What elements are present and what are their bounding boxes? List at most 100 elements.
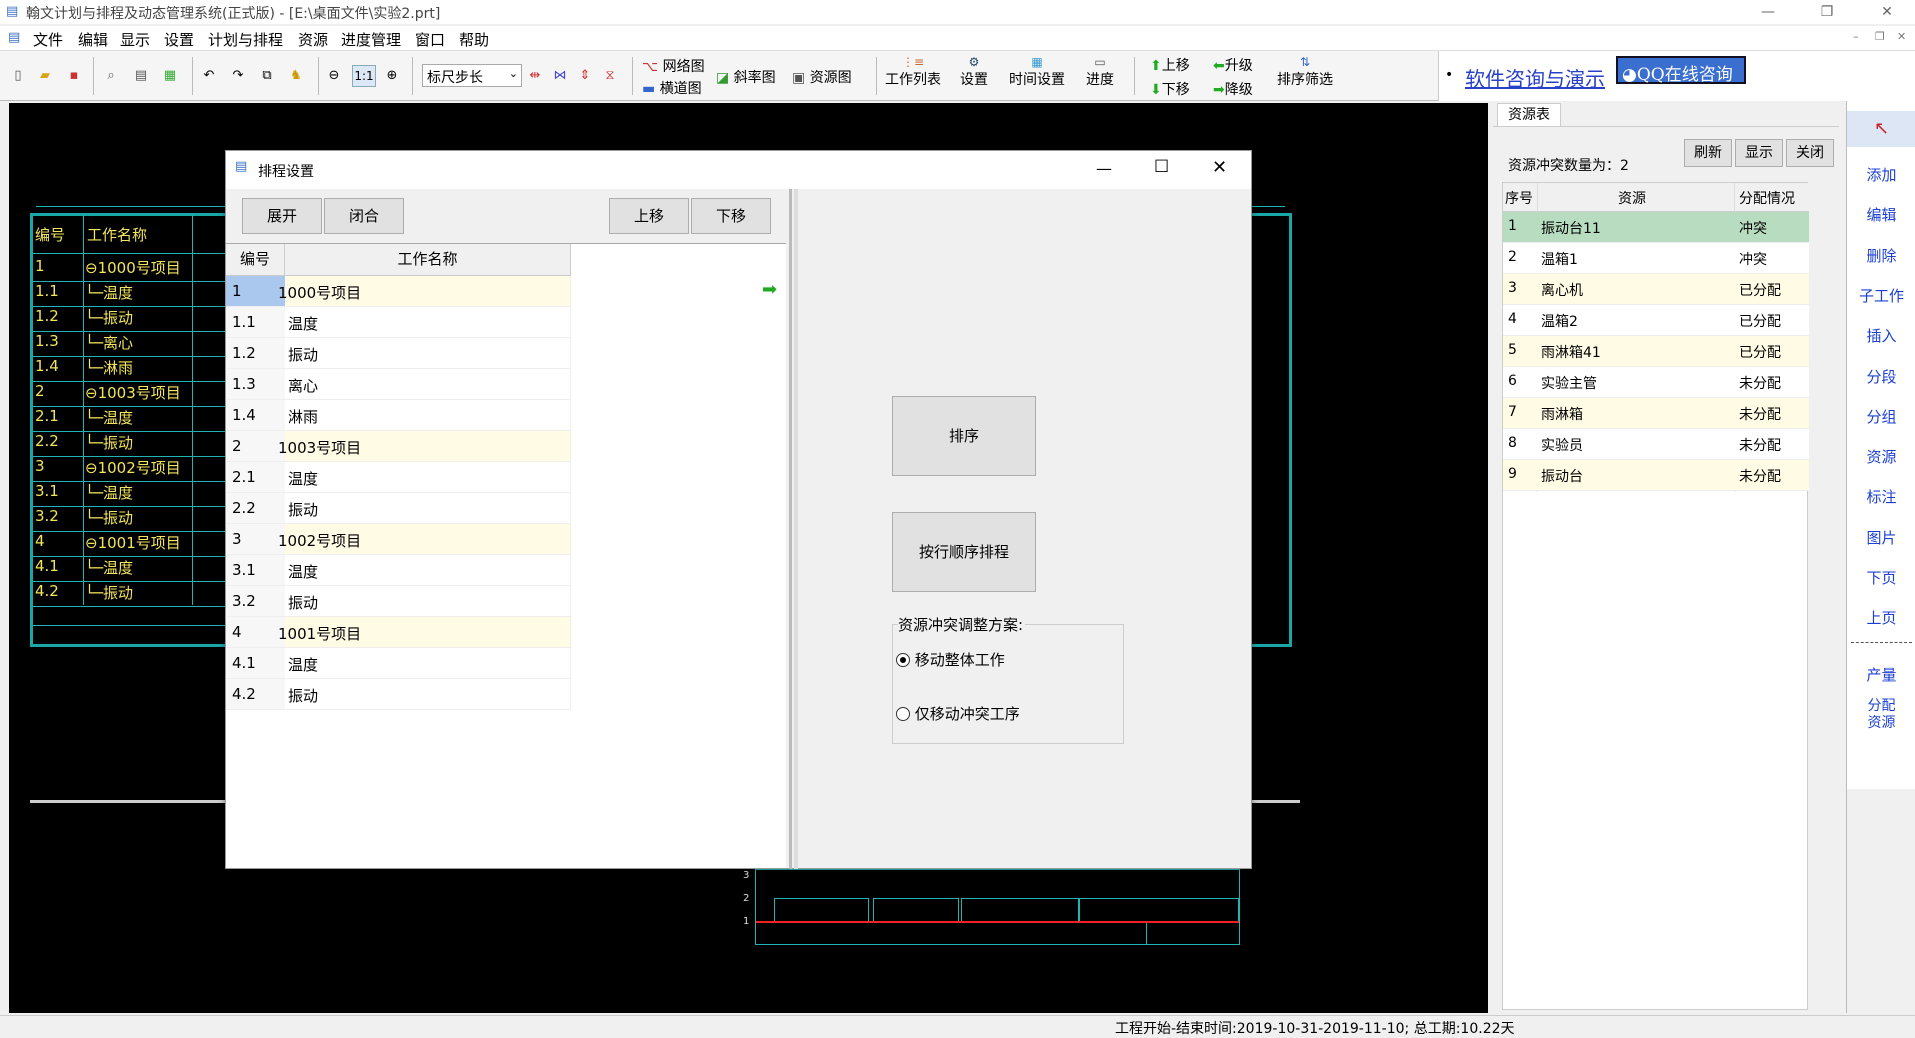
radio-checked[interactable] [896, 653, 910, 667]
gantt-chart-button[interactable]: ▬ 横道图 [642, 78, 702, 98]
refresh-button[interactable]: 刷新 [1684, 139, 1732, 167]
work-row[interactable]: 2 1003号项目 [226, 431, 571, 462]
work-row[interactable]: 3.2 振动 [226, 586, 571, 617]
progress-button[interactable]: ▭ 进度 [1082, 55, 1118, 89]
col-header-name[interactable]: 工作名称 [285, 244, 571, 276]
dialog-minimize-icon[interactable]: — [1096, 159, 1112, 178]
print-icon[interactable]: ▤ [133, 68, 149, 84]
expand-h-icon[interactable]: ⇹ [527, 68, 543, 84]
work-row[interactable]: 1.2 振动 [226, 338, 571, 369]
work-row[interactable]: 4.1 温度 [226, 648, 571, 679]
work-row[interactable]: 2.2 振动 [226, 493, 571, 524]
redo-icon[interactable]: ↷ [230, 68, 246, 84]
work-row[interactable]: 4 1001号项目 [226, 617, 571, 648]
sidebar-item[interactable]: 添加 [1847, 164, 1915, 185]
work-row[interactable]: 3 1002号项目 [226, 524, 571, 555]
move-up-button[interactable]: ⬆上移 [1150, 55, 1190, 75]
expand-v-icon[interactable]: ⇕ [577, 68, 593, 84]
zoom-out-icon[interactable]: ⊖ [326, 68, 342, 84]
export-icon[interactable]: ▦ [162, 68, 178, 84]
zoom-actual-button[interactable]: 1:1 [352, 65, 376, 87]
work-row[interactable]: 1.4 淋雨 [226, 400, 571, 431]
resource-row[interactable]: 6 实验主管 未分配 [1503, 367, 1809, 398]
option-move-conflict[interactable]: 仅移动冲突工序 [896, 703, 1020, 724]
show-button[interactable]: 显示 [1735, 139, 1783, 167]
copy-icon[interactable]: ⧉ [259, 68, 275, 84]
work-row[interactable]: 4.2 振动 [226, 679, 571, 710]
col-header-no[interactable]: 编号 [226, 244, 285, 276]
menu-edit[interactable]: 编辑 [78, 29, 108, 50]
work-row[interactable]: 1 1000号项目 [226, 276, 571, 307]
time-settings-button[interactable]: ▦ 时间设置 [1004, 55, 1070, 89]
sidebar-item[interactable]: 资源 [1847, 446, 1915, 467]
consult-link[interactable]: 软件咨询与演示 [1465, 63, 1605, 92]
menu-window[interactable]: 窗口 [415, 29, 445, 50]
collapse-button[interactable]: 闭合 [324, 198, 404, 234]
sort-button[interactable]: 排序 [892, 396, 1036, 476]
menu-plan[interactable]: 计划与排程 [208, 29, 283, 50]
work-row[interactable]: 2.1 温度 [226, 462, 571, 493]
resource-row[interactable]: 5 雨淋箱41 已分配 [1503, 336, 1809, 367]
restore-icon[interactable]: ❐ [1804, 0, 1850, 24]
radio-unchecked[interactable] [896, 707, 910, 721]
slope-chart-button[interactable]: ◪ 斜率图 [716, 67, 776, 87]
resource-row[interactable]: 3 离心机 已分配 [1503, 274, 1809, 305]
downgrade-button[interactable]: ➡降级 [1213, 79, 1253, 99]
close-panel-button[interactable]: 关闭 [1786, 139, 1834, 167]
upgrade-button[interactable]: ⬅升级 [1213, 55, 1253, 75]
work-row[interactable]: 3.1 温度 [226, 555, 571, 586]
shrink-v-icon[interactable]: ⧖ [602, 68, 618, 84]
sidebar-assign-resource[interactable]: 分配 资源 [1847, 698, 1915, 732]
resource-chart-button[interactable]: ▣ 资源图 [792, 67, 852, 87]
worklist-button[interactable]: ⋮≡ 工作列表 [880, 55, 946, 89]
sort-by-row-button[interactable]: 按行顺序排程 [892, 512, 1036, 592]
resource-row[interactable]: 9 振动台 未分配 [1503, 460, 1809, 491]
sidebar-item[interactable]: 分段 [1847, 366, 1915, 387]
network-chart-button[interactable]: ⌥ 网络图 [642, 56, 705, 76]
undo-icon[interactable]: ↶ [201, 68, 217, 84]
sidebar-item[interactable]: 标注 [1847, 486, 1915, 507]
expand-button[interactable]: 展开 [242, 198, 322, 234]
print-preview-icon[interactable]: ⌕ [103, 68, 119, 84]
open-folder-icon[interactable]: ▰ [37, 68, 53, 84]
resource-row[interactable]: 4 温箱2 已分配 [1503, 305, 1809, 336]
mdi-restore-icon[interactable]: ❐ [1875, 30, 1885, 43]
shrink-h-icon[interactable]: ⋈ [552, 68, 568, 84]
settings-button[interactable]: ⚙ 设置 [956, 55, 992, 89]
move-down-button[interactable]: ⬇下移 [1150, 79, 1190, 99]
minimize-icon[interactable]: — [1745, 0, 1791, 24]
menu-settings[interactable]: 设置 [164, 29, 194, 50]
dialog-close-icon[interactable]: ✕ [1212, 157, 1227, 178]
menu-file[interactable]: 文件 [33, 29, 63, 50]
sidebar-item[interactable]: 编辑 [1847, 204, 1915, 225]
sidebar-item[interactable]: 子工作 [1847, 285, 1915, 306]
save-icon[interactable]: ▪ [66, 68, 82, 84]
sidebar-item[interactable]: 图片 [1847, 527, 1915, 548]
cursor-icon[interactable]: ↖ [1847, 111, 1915, 147]
tab-resource-table[interactable]: 资源表 [1497, 103, 1561, 127]
scale-select[interactable]: 标尺步长 ⌄ [422, 64, 522, 87]
resource-row[interactable]: 7 雨淋箱 未分配 [1503, 398, 1809, 429]
work-row[interactable]: 1.3 离心 [226, 369, 571, 400]
arrow-right-icon[interactable]: ➡ [762, 279, 777, 300]
resource-row[interactable]: 2 温箱1 冲突 [1503, 243, 1809, 274]
splitter[interactable] [789, 189, 792, 869]
qq-consult-button[interactable]: ◕QQ在线咨询 [1616, 56, 1746, 85]
menu-progress[interactable]: 进度管理 [341, 29, 401, 50]
menu-resource[interactable]: 资源 [298, 29, 328, 50]
zoom-in-icon[interactable]: ⊕ [384, 68, 400, 84]
menu-help[interactable]: 帮助 [459, 29, 489, 50]
paint-icon[interactable]: ♞ [288, 68, 304, 84]
sidebar-item[interactable]: 分组 [1847, 406, 1915, 427]
sidebar-item[interactable]: 删除 [1847, 245, 1915, 266]
move-down-button[interactable]: 下移 [691, 198, 771, 234]
sort-filter-button[interactable]: ⇅ 排序筛选 [1275, 55, 1335, 89]
mdi-minimize-icon[interactable]: – [1853, 30, 1859, 43]
work-row[interactable]: 1.1 温度 [226, 307, 571, 338]
dialog-maximize-icon[interactable]: ☐ [1154, 157, 1169, 177]
sidebar-item[interactable]: 插入 [1847, 325, 1915, 346]
sidebar-item[interactable]: 下页 [1847, 567, 1915, 588]
close-icon[interactable]: ✕ [1864, 0, 1910, 24]
move-up-button[interactable]: 上移 [609, 198, 689, 234]
option-move-whole[interactable]: 移动整体工作 [896, 649, 1005, 670]
